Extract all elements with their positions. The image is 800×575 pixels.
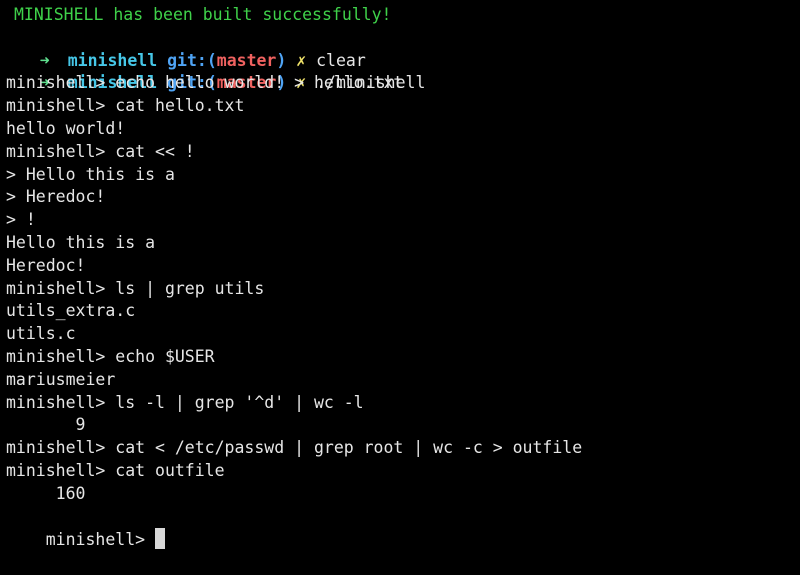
terminal-line: > Hello this is a bbox=[6, 164, 175, 184]
terminal-window[interactable]: MINISHELL has been built successfully! ➜… bbox=[0, 4, 800, 550]
zsh-command: clear bbox=[316, 50, 366, 70]
terminal-line: utils.c bbox=[6, 324, 76, 344]
terminal-line: Hello this is a bbox=[6, 232, 156, 252]
minishell-prompt: minishell> bbox=[45, 530, 156, 550]
terminal-line: minishell> echo $USER bbox=[6, 346, 215, 366]
build-success-message: MINISHELL has been built successfully! bbox=[14, 5, 392, 24]
terminal-line: minishell> cat << ! bbox=[6, 141, 195, 161]
prompt-git-label: git:( bbox=[167, 50, 217, 70]
prompt-directory: minishell bbox=[67, 50, 158, 70]
terminal-line: Heredoc! bbox=[6, 255, 86, 275]
terminal-line: hello world! bbox=[6, 118, 126, 138]
prompt-git-branch: master bbox=[216, 50, 277, 70]
terminal-line: 9 bbox=[6, 415, 86, 435]
prompt-arrow-icon: ➜ bbox=[39, 50, 50, 70]
terminal-line: minishell> cat outfile bbox=[6, 460, 225, 480]
prompt-dirty-icon: ✗ bbox=[296, 50, 307, 70]
prompt-git-close: ) bbox=[276, 50, 287, 70]
active-prompt-line[interactable]: minishell> bbox=[0, 506, 800, 550]
terminal-line: minishell> cat hello.txt bbox=[6, 96, 245, 116]
terminal-line: minishell> echo hello world! > hello.txt bbox=[6, 73, 404, 93]
terminal-line: minishell> ls | grep utils bbox=[6, 278, 265, 298]
terminal-line: > Heredoc! bbox=[6, 187, 106, 207]
terminal-line: 160 bbox=[6, 483, 86, 503]
zsh-prompt-line: ➜ minishell git:(master) ✗ clear bbox=[0, 27, 800, 70]
terminal-line: mariusmeier bbox=[6, 369, 116, 389]
terminal-line: minishell> cat < /etc/passwd | grep root… bbox=[6, 438, 583, 458]
terminal-line: minishell> ls -l | grep '^d' | wc -l bbox=[6, 392, 364, 412]
terminal-line: utils_extra.c bbox=[6, 301, 136, 321]
terminal-line: > ! bbox=[6, 210, 36, 230]
